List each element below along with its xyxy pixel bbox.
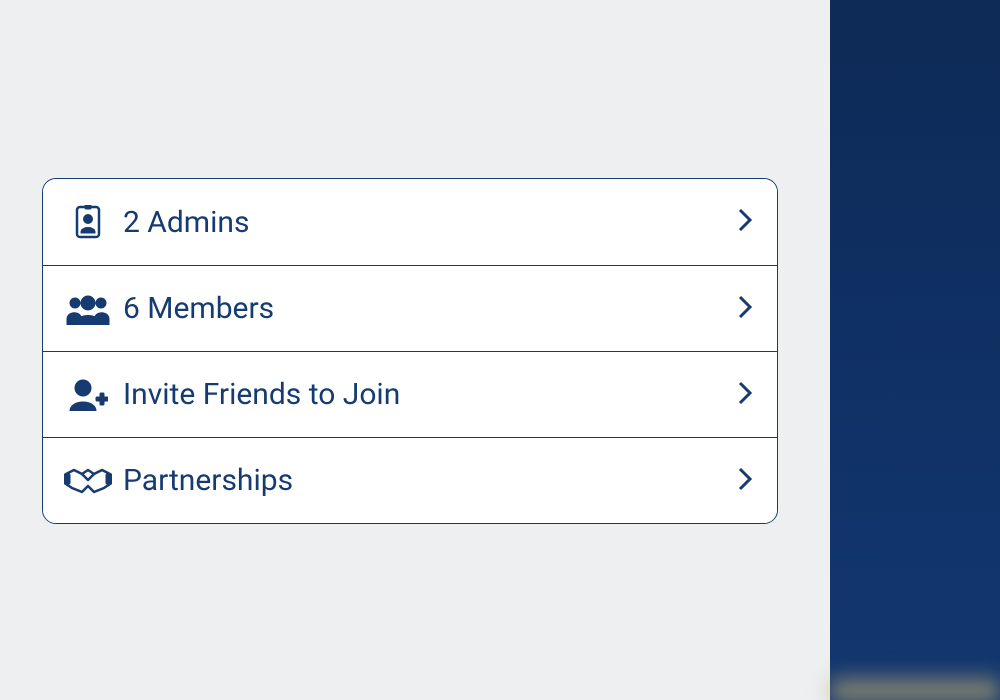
chevron-right-icon: [737, 466, 753, 496]
menu-item-members[interactable]: 6 Members: [43, 265, 777, 351]
menu-item-label: 2 Admins: [113, 205, 737, 240]
page-background-right: [830, 0, 1000, 700]
menu-item-invite[interactable]: Invite Friends to Join: [43, 351, 777, 437]
page-background-right-glow: [830, 670, 1000, 700]
menu-item-partnerships[interactable]: Partnerships: [43, 437, 777, 523]
menu-item-admins[interactable]: 2 Admins: [43, 179, 777, 265]
menu-item-label: 6 Members: [113, 291, 737, 326]
users-icon: [63, 293, 113, 325]
group-menu-panel: 2 Admins 6 Members: [42, 178, 778, 524]
id-badge-icon: [63, 205, 113, 239]
handshake-icon: [63, 466, 113, 496]
menu-item-label: Partnerships: [113, 463, 737, 498]
user-plus-icon: [63, 379, 113, 411]
chevron-right-icon: [737, 207, 753, 237]
chevron-right-icon: [737, 380, 753, 410]
menu-item-label: Invite Friends to Join: [113, 377, 737, 412]
chevron-right-icon: [737, 294, 753, 324]
